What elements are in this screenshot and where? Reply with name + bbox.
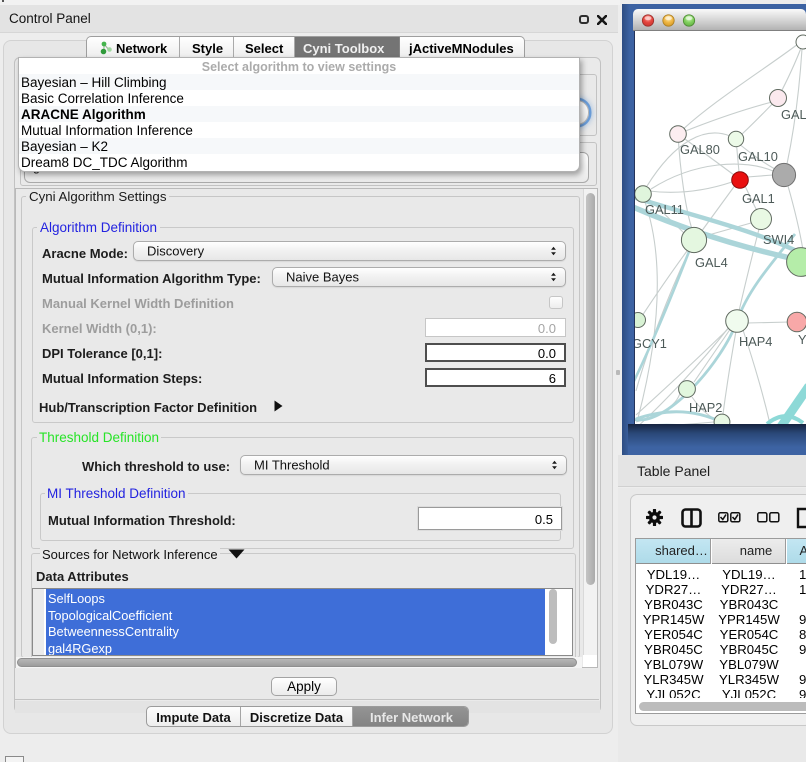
- svg-text:GAL7: GAL7: [781, 107, 806, 122]
- svg-text:SWI4: SWI4: [763, 232, 794, 247]
- svg-text:GAL11: GAL11: [645, 202, 684, 217]
- svg-text:GAL80: GAL80: [680, 142, 720, 157]
- svg-text:GAL10: GAL10: [738, 149, 778, 164]
- svg-text:YD: YD: [798, 332, 806, 347]
- svg-text:HAP2: HAP2: [689, 400, 722, 415]
- svg-text:GAL4: GAL4: [695, 255, 728, 270]
- svg-text:GAL1: GAL1: [742, 191, 775, 206]
- svg-text:HAP4: HAP4: [739, 334, 772, 349]
- svg-text:GCY1: GCY1: [635, 336, 667, 351]
